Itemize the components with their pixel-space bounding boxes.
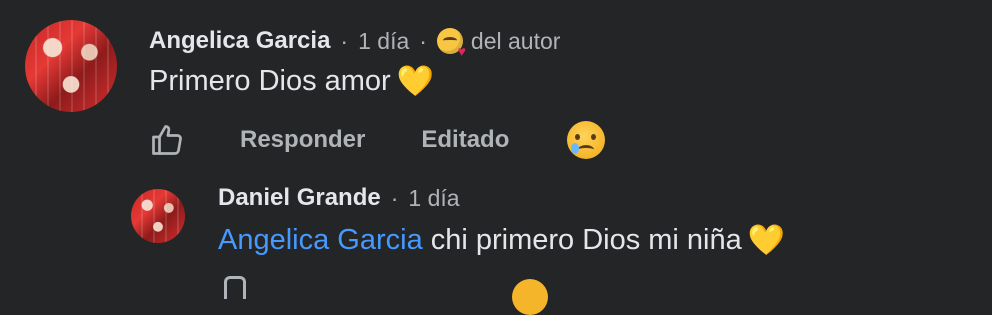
- comment-text: Primero Dios amor: [149, 64, 391, 97]
- tear-icon: [571, 143, 580, 154]
- thumbs-up-icon: [152, 125, 182, 155]
- reply-button[interactable]: Responder: [240, 126, 365, 154]
- comment-author-name[interactable]: Angelica Garcia: [149, 27, 330, 55]
- mention-link[interactable]: Angelica Garcia: [218, 224, 423, 257]
- hug-heart-icon: [436, 28, 466, 59]
- comment-header: Angelica Garcia · 1 día · del autor: [149, 24, 561, 59]
- yellow-heart-emoji: 💛: [396, 64, 435, 98]
- yellow-heart-emoji: 💛: [747, 223, 786, 257]
- comment-body: Primero Dios amor 💛: [149, 60, 434, 102]
- comment-timestamp[interactable]: 1 día: [358, 28, 409, 55]
- reply-header: Daniel Grande · 1 día: [218, 181, 460, 215]
- reply-timestamp[interactable]: 1 día: [408, 185, 459, 212]
- comment-actions: Responder Editado: [149, 118, 606, 162]
- sad-tear-face-icon[interactable]: [567, 121, 606, 159]
- like-icon-partial[interactable]: [224, 276, 246, 299]
- separator-dot: ·: [340, 27, 349, 54]
- reply-author-name[interactable]: Daniel Grande: [218, 184, 381, 212]
- author-loved-label: del autor: [470, 27, 561, 54]
- reply-text: chi primero Dios mi niña: [430, 223, 742, 256]
- edited-label[interactable]: Editado: [421, 126, 509, 154]
- separator-dot: ·: [419, 27, 427, 54]
- avatar-angelica-garcia[interactable]: [25, 20, 117, 112]
- separator-dot: ·: [390, 184, 399, 211]
- avatar-daniel-grande[interactable]: [131, 189, 185, 243]
- like-button[interactable]: [149, 122, 185, 158]
- reaction-icon-partial[interactable]: [512, 279, 548, 315]
- reply-body: Angelica Garcia chi primero Dios mi niña…: [218, 219, 785, 261]
- author-loved-badge: del autor: [436, 27, 561, 59]
